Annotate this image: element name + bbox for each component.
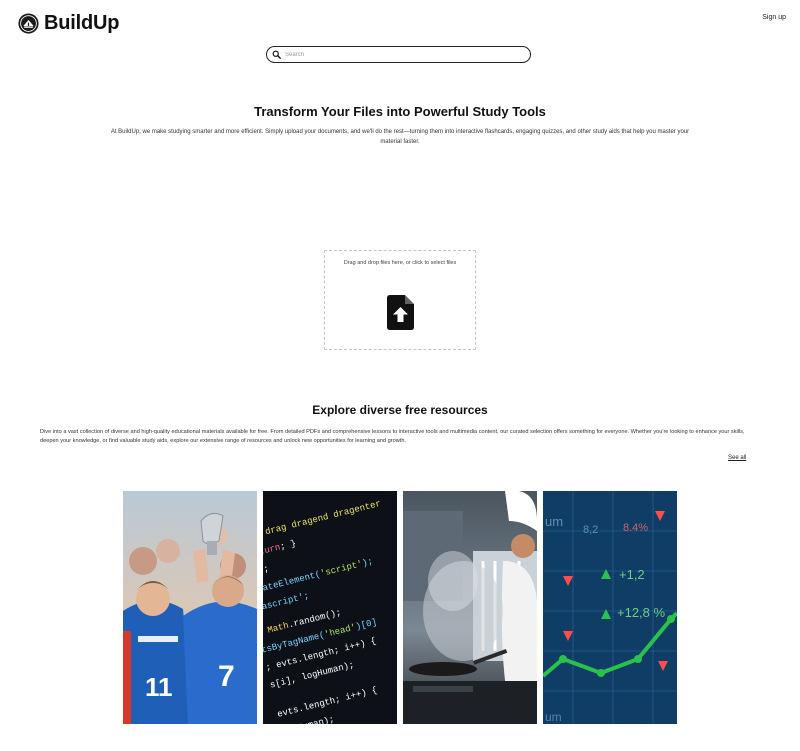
svg-text:8,2: 8,2 [583,524,598,536]
buildup-logo-icon [18,13,39,34]
stock-market-chart-image: um 8,2 8.4% +1,2 +12,8 % um [543,491,677,724]
svg-text:7: 7 [218,660,235,693]
resources-description: Dive into a vast collection of diverse a… [40,429,745,444]
sports-team-trophy-image: 11 7 [123,491,257,724]
resources-title: Explore diverse free resources [312,403,488,417]
see-all-link[interactable]: See all [728,455,746,461]
signup-link[interactable]: Sign up [762,14,786,21]
svg-text:+1,2: +1,2 [619,567,645,582]
dropzone-instruction: Drag and drop files here, or click to se… [343,260,457,266]
search-input[interactable] [285,51,515,58]
site-header: BuildUp Sign up [0,0,800,48]
brand-name: BuildUp [44,12,120,34]
resource-card-cooking[interactable] [403,491,537,724]
resource-card-code[interactable]: click drag dragend dragenter { return; }… [263,491,397,724]
chef-cooking-image [403,491,537,724]
hero-title: Transform Your Files into Powerful Study… [254,104,546,119]
svg-text:8.4%: 8.4% [623,522,648,534]
search-icon [272,50,281,59]
brand-logo[interactable]: BuildUp [18,12,119,35]
svg-text:+12,8 %: +12,8 % [617,605,666,620]
search-bar[interactable] [266,46,531,63]
hero-description: At BuildUp, we make studying smarter and… [110,129,690,145]
svg-text:um: um [545,710,562,724]
file-upload-icon [387,295,414,330]
javascript-code-image: click drag dragend dragenter { return; }… [263,491,397,724]
svg-text:um: um [545,514,563,529]
file-dropzone[interactable]: Drag and drop files here, or click to se… [324,250,476,350]
svg-text:11: 11 [145,672,173,702]
resource-card-market[interactable]: um 8,2 8.4% +1,2 +12,8 % um [543,491,677,724]
resource-card-sports[interactable]: 11 7 [123,491,257,724]
